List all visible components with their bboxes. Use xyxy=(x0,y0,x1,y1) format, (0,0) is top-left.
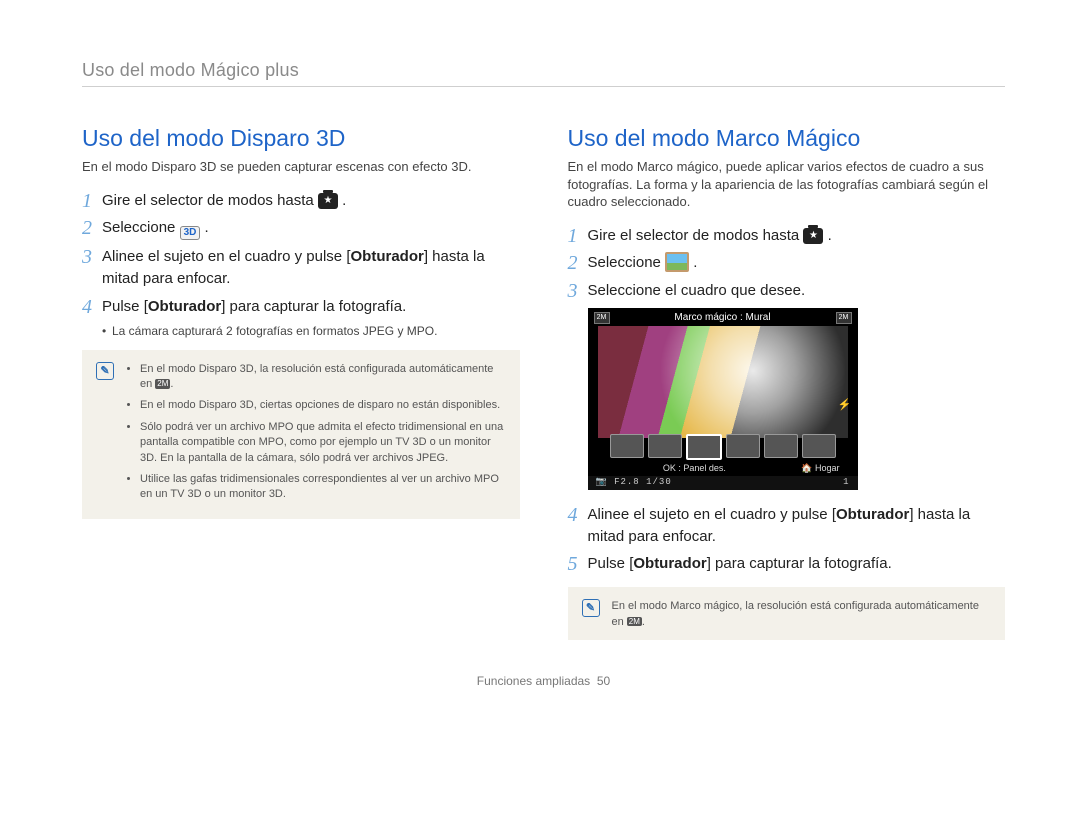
text: Gire el selector de modos hasta xyxy=(102,192,318,209)
shutter-keyword: Obturador xyxy=(351,248,424,265)
left-step-2: 2 Seleccione 3D . xyxy=(82,217,520,240)
text: Pulse [ xyxy=(102,298,148,315)
home-text: Hogar xyxy=(815,463,840,473)
text: Pulse [ xyxy=(588,555,634,572)
step-number: 1 xyxy=(82,190,102,212)
exposure-info: 📷 F2.8 1/30 xyxy=(596,477,672,490)
step-number: 4 xyxy=(82,296,102,318)
text: . xyxy=(828,227,832,244)
thumb-selected xyxy=(686,434,722,460)
step-text: Pulse [Obturador] para capturar la fotog… xyxy=(102,296,520,318)
step-text: Alinee el sujeto en el cuadro y pulse [O… xyxy=(102,246,520,290)
camera-preview: 2M 2M Marco mágico : Mural ⚡ OK : Panel … xyxy=(588,308,858,490)
text: En el modo Marco mágico, la resolución e… xyxy=(612,600,979,627)
preview-scene xyxy=(598,326,848,438)
page: Uso del modo Mágico plus Uso del modo Di… xyxy=(0,0,1080,718)
preview-bottom-bar: 📷 F2.8 1/30 1 xyxy=(588,476,858,490)
preview-thumbnails xyxy=(598,434,848,460)
right-step-5: 5 Pulse [Obturador] para capturar la fot… xyxy=(568,553,1006,575)
right-step-2: 2 Seleccione . xyxy=(568,252,1006,274)
exposure-text: F2.8 1/30 xyxy=(614,477,672,487)
right-step-4: 4 Alinee el sujeto en el cuadro y pulse … xyxy=(568,504,1006,548)
step-text: Seleccione . xyxy=(588,252,1006,274)
left-column: Uso del modo Disparo 3D En el modo Dispa… xyxy=(82,125,520,640)
flash-icon: ⚡ xyxy=(838,398,852,411)
left-step-1: 1 Gire el selector de modos hasta . xyxy=(82,190,520,212)
step-text: Seleccione el cuadro que desee. xyxy=(588,280,1006,302)
right-title: Uso del modo Marco Mágico xyxy=(568,125,1006,152)
note-item: En el modo Disparo 3D, ciertas opciones … xyxy=(140,398,506,413)
text: . xyxy=(642,616,645,628)
text: Seleccione xyxy=(102,219,180,236)
thumb xyxy=(610,434,644,458)
text: Seleccione xyxy=(588,254,666,271)
note-item: Utilice las gafas tridimensionales corre… xyxy=(140,472,506,503)
breadcrumb-header: Uso del modo Mágico plus xyxy=(82,60,1005,87)
home-label: 🏠 Hogar xyxy=(801,463,839,474)
step-text: Gire el selector de modos hasta . xyxy=(588,225,1006,247)
step-number: 2 xyxy=(568,252,588,274)
note-icon: ✎ xyxy=(582,599,600,617)
right-lead: En el modo Marco mágico, puede aplicar v… xyxy=(568,158,1006,211)
text: . xyxy=(342,192,346,209)
text: . xyxy=(205,219,209,236)
text: . xyxy=(693,254,697,271)
right-step-1: 1 Gire el selector de modos hasta . xyxy=(568,225,1006,247)
note-icon: ✎ xyxy=(96,362,114,380)
preview-ok-row: OK : Panel des. 🏠 Hogar xyxy=(588,463,858,474)
resolution-badge: 2M xyxy=(155,379,170,389)
shutter-keyword: Obturador xyxy=(836,506,909,523)
step-number: 1 xyxy=(568,225,588,247)
three-d-icon: 3D xyxy=(180,226,201,240)
step-text: Alinee el sujeto en el cuadro y pulse [O… xyxy=(588,504,1006,548)
left-title: Uso del modo Disparo 3D xyxy=(82,125,520,152)
corner-badge-left: 2M xyxy=(594,312,610,324)
note-list: En el modo Disparo 3D, la resolución est… xyxy=(126,362,506,509)
step-number: 3 xyxy=(82,246,102,290)
thumb xyxy=(726,434,760,458)
left-note-box: ✎ En el modo Disparo 3D, la resolución e… xyxy=(82,350,520,519)
thumb xyxy=(764,434,798,458)
right-note-box: ✎ En el modo Marco mágico, la resolución… xyxy=(568,587,1006,640)
ok-label: OK : Panel des. xyxy=(663,463,726,473)
step-number: 4 xyxy=(568,504,588,548)
right-info: 1 xyxy=(843,477,849,490)
left-substep: La cámara capturará 2 fotografías en for… xyxy=(102,324,520,338)
note-item: En el modo Disparo 3D, la resolución est… xyxy=(140,362,506,393)
left-lead: En el modo Disparo 3D se pueden capturar… xyxy=(82,158,520,176)
text: Gire el selector de modos hasta xyxy=(588,227,804,244)
mode-dial-icon xyxy=(318,193,338,209)
note-item: Sólo podrá ver un archivo MPO que admita… xyxy=(140,420,506,466)
right-column: Uso del modo Marco Mágico En el modo Mar… xyxy=(568,125,1006,640)
shutter-keyword: Obturador xyxy=(633,555,706,572)
mode-dial-icon xyxy=(803,228,823,244)
step-text: Pulse [Obturador] para capturar la fotog… xyxy=(588,553,1006,575)
left-step-3: 3 Alinee el sujeto en el cuadro y pulse … xyxy=(82,246,520,290)
preview-title: Marco mágico : Mural xyxy=(588,308,858,323)
page-footer: Funciones ampliadas 50 xyxy=(82,674,1005,688)
left-step-4: 4 Pulse [Obturador] para capturar la fot… xyxy=(82,296,520,318)
corner-badge-right: 2M xyxy=(836,312,852,324)
columns: Uso del modo Disparo 3D En el modo Dispa… xyxy=(82,125,1005,640)
resolution-badge: 2M xyxy=(627,617,642,627)
text: Alinee el sujeto en el cuadro y pulse [ xyxy=(588,506,837,523)
step-text: Seleccione 3D . xyxy=(102,217,520,240)
thumb xyxy=(648,434,682,458)
step-number: 3 xyxy=(568,280,588,302)
right-step-3: 3 Seleccione el cuadro que desee. xyxy=(568,280,1006,302)
step-number: 5 xyxy=(568,553,588,575)
thumb xyxy=(802,434,836,458)
frame-icon xyxy=(665,252,689,272)
footer-page: 50 xyxy=(597,674,610,688)
shutter-keyword: Obturador xyxy=(148,298,221,315)
step-text: Gire el selector de modos hasta . xyxy=(102,190,520,212)
text: ] para capturar la fotografía. xyxy=(221,298,406,315)
step-number: 2 xyxy=(82,217,102,240)
text: ] para capturar la fotografía. xyxy=(707,555,892,572)
note-text: En el modo Marco mágico, la resolución e… xyxy=(612,599,992,630)
text: Alinee el sujeto en el cuadro y pulse [ xyxy=(102,248,351,265)
footer-section: Funciones ampliadas xyxy=(477,674,590,688)
